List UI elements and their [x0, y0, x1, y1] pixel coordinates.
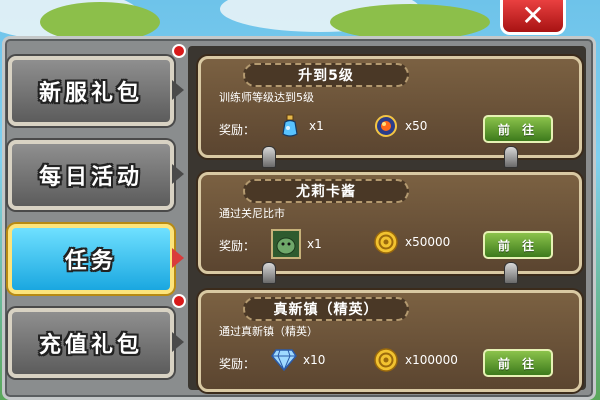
tab-arrow-icon — [172, 80, 184, 100]
rivet-icon — [504, 146, 518, 168]
go-button[interactable]: 前 往 — [483, 115, 553, 143]
reward-label: 奖励： — [219, 357, 256, 371]
rivet-icon — [262, 262, 276, 284]
task-title: 尤莉卡酱 — [296, 184, 356, 200]
reward-item: x1 — [271, 229, 322, 259]
task-description: 通过关尼比市 — [219, 207, 285, 220]
background-hill — [330, 4, 490, 40]
tab-label: 任务 — [64, 249, 117, 274]
tab-recharge-gift[interactable]: 充值礼包 — [8, 308, 184, 378]
reward-item: x1 — [277, 113, 324, 139]
task-card: 尤莉卡酱 通过关尼比市 奖励： x1 x50000 前 往 — [198, 172, 582, 274]
reward-count: x100000 — [405, 353, 458, 367]
task-description: 训练师等级达到5级 — [219, 91, 314, 104]
reward-count: x10 — [303, 353, 326, 367]
reward-item: x50 — [373, 113, 427, 139]
tab-label: 每日活动 — [38, 165, 143, 190]
task-title: 真新镇（精英） — [273, 302, 379, 318]
reward-item: x10 — [271, 347, 325, 373]
close-x-icon: ✕ — [521, 0, 545, 32]
rivet-icon — [262, 146, 276, 168]
tab-label: 充值礼包 — [38, 333, 143, 358]
go-button[interactable]: 前 往 — [483, 231, 553, 259]
task-title-banner: 尤莉卡酱 — [243, 179, 409, 203]
reward-item: x100000 — [373, 347, 458, 373]
tab-label: 新服礼包 — [38, 81, 143, 106]
rivet-icon — [504, 262, 518, 284]
potion-icon — [277, 113, 303, 139]
reward-count: x50 — [405, 119, 428, 133]
task-card: 真新镇（精英） 通过真新镇（精英） 奖励： x10 x100000 前 往 — [198, 290, 582, 392]
reward-count: x50000 — [405, 235, 451, 249]
reward-label: 奖励： — [219, 239, 256, 253]
reward-count: x1 — [309, 119, 324, 133]
task-title-banner: 真新镇（精英） — [243, 297, 409, 321]
reward-label: 奖励： — [219, 123, 256, 137]
close-button[interactable]: ✕ — [500, 0, 566, 35]
task-description: 通过真新镇（精英） — [219, 325, 318, 338]
reward-count: x1 — [307, 237, 322, 251]
orb-icon — [373, 113, 399, 139]
task-title: 升到5级 — [298, 68, 354, 84]
tab-tasks[interactable]: 任务 — [8, 224, 184, 294]
gold-coin-icon — [373, 229, 399, 255]
tab-arrow-icon — [172, 164, 184, 184]
task-title-banner: 升到5级 — [243, 63, 409, 87]
tab-new-server-gift[interactable]: 新服礼包 — [8, 56, 184, 126]
reward-item: x50000 — [373, 229, 450, 255]
tab-arrow-icon — [172, 248, 184, 268]
new-badge-icon — [172, 294, 186, 308]
gold-coin-icon — [373, 347, 399, 373]
diamond-icon — [271, 347, 297, 373]
task-card: 升到5级 训练师等级达到5级 奖励： x1 x50 前 往 — [198, 56, 582, 158]
tab-arrow-icon — [172, 332, 184, 352]
tab-daily-activity[interactable]: 每日活动 — [8, 140, 184, 210]
pet-egg-icon — [271, 229, 301, 259]
new-badge-icon — [172, 44, 186, 58]
go-button[interactable]: 前 往 — [483, 349, 553, 377]
